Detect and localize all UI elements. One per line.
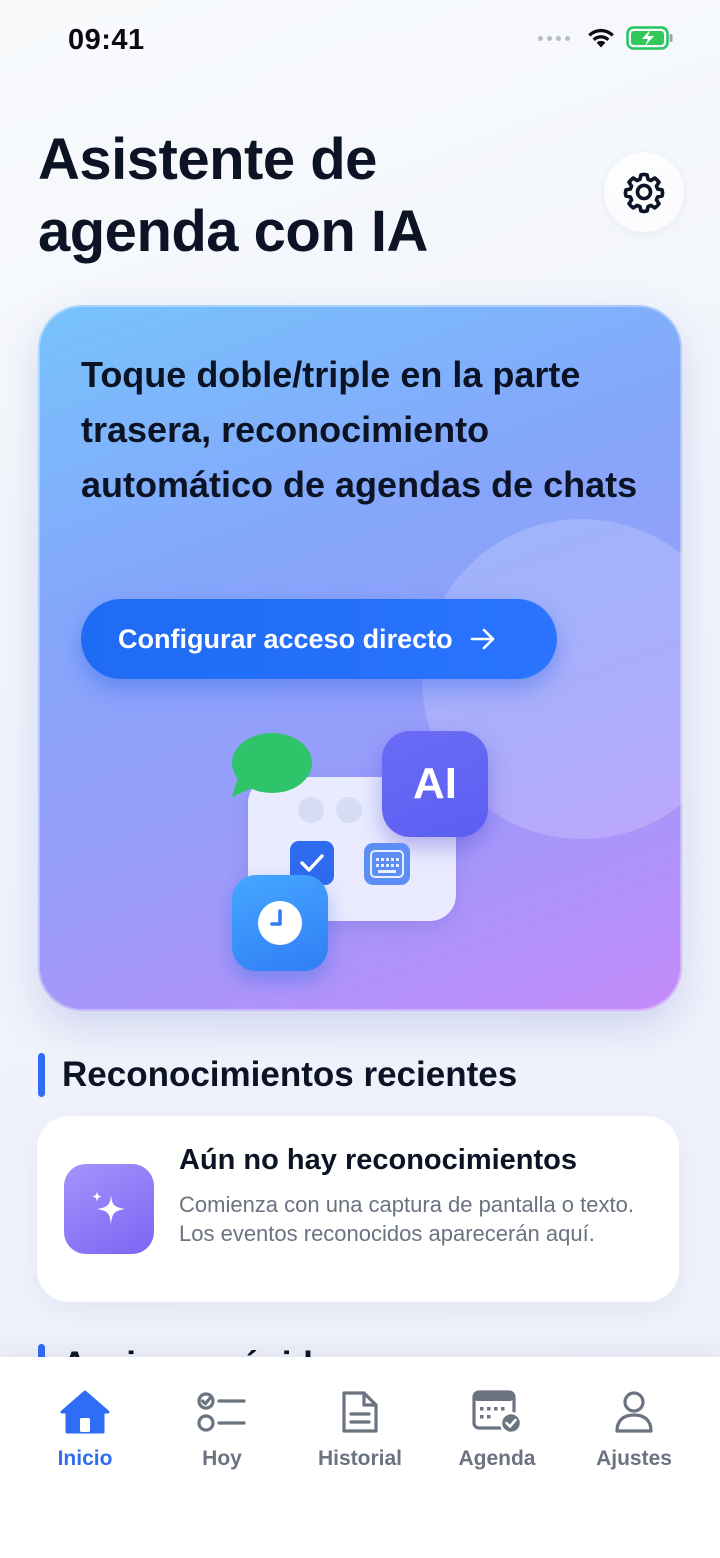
chat-bubble-icon	[232, 733, 312, 797]
calendar-icon	[472, 1390, 523, 1435]
configure-shortcut-button[interactable]: Configurar acceso directo	[81, 599, 557, 679]
keyboard-icon	[364, 843, 410, 885]
signal-icon	[538, 35, 570, 41]
tab-bar: Inicio Hoy Historial Agenda Ajustes	[0, 1357, 720, 1558]
empty-state-card: Aún no hay reconocimientos Comienza con …	[37, 1116, 679, 1302]
tab-hoy[interactable]: Hoy	[162, 1387, 282, 1471]
clock-icon	[232, 875, 328, 971]
section-accent-bar	[38, 1053, 45, 1097]
tab-label: Agenda	[458, 1447, 536, 1470]
calendar-dot	[336, 797, 362, 823]
page-title: Asistente de agenda con IA	[38, 127, 428, 264]
tab-label: Historial	[317, 1447, 403, 1470]
wifi-icon	[588, 28, 614, 48]
battery-icon	[626, 26, 673, 50]
calendar-dot	[298, 797, 324, 823]
status-time: 09:41	[68, 24, 145, 56]
ai-badge: AI	[382, 731, 488, 837]
arrow-right-icon	[470, 628, 494, 650]
tab-ajustes[interactable]: Ajustes	[574, 1387, 694, 1471]
settings-button[interactable]	[604, 152, 684, 232]
tab-historial[interactable]: Historial	[300, 1387, 420, 1471]
status-bar: 09:41	[0, 0, 720, 82]
hero-card: Toque doble/triple en la parte trasera, …	[38, 305, 682, 1011]
empty-state-title: Aún no hay reconocimientos	[179, 1144, 577, 1176]
empty-state-description: Comienza con una captura de pantalla o t…	[179, 1192, 634, 1246]
gear-icon	[623, 172, 665, 214]
sparkle-icon	[64, 1164, 154, 1254]
checklist-icon	[197, 1392, 246, 1432]
section-title-recent: Reconocimientos recientes	[62, 1055, 518, 1094]
status-icons	[538, 26, 674, 50]
document-icon	[342, 1391, 378, 1433]
person-icon	[615, 1391, 653, 1433]
tab-label: Hoy	[202, 1447, 242, 1470]
home-icon	[60, 1390, 110, 1434]
tab-inicio[interactable]: Inicio	[25, 1387, 145, 1471]
hero-illustration: AI	[224, 725, 504, 985]
hero-heading: Toque doble/triple en la parte trasera, …	[81, 354, 638, 505]
tab-label: Ajustes	[596, 1447, 672, 1470]
tab-agenda[interactable]: Agenda	[437, 1387, 557, 1471]
tab-label: Inicio	[57, 1447, 113, 1470]
configure-shortcut-label: Configurar acceso directo	[118, 623, 453, 654]
